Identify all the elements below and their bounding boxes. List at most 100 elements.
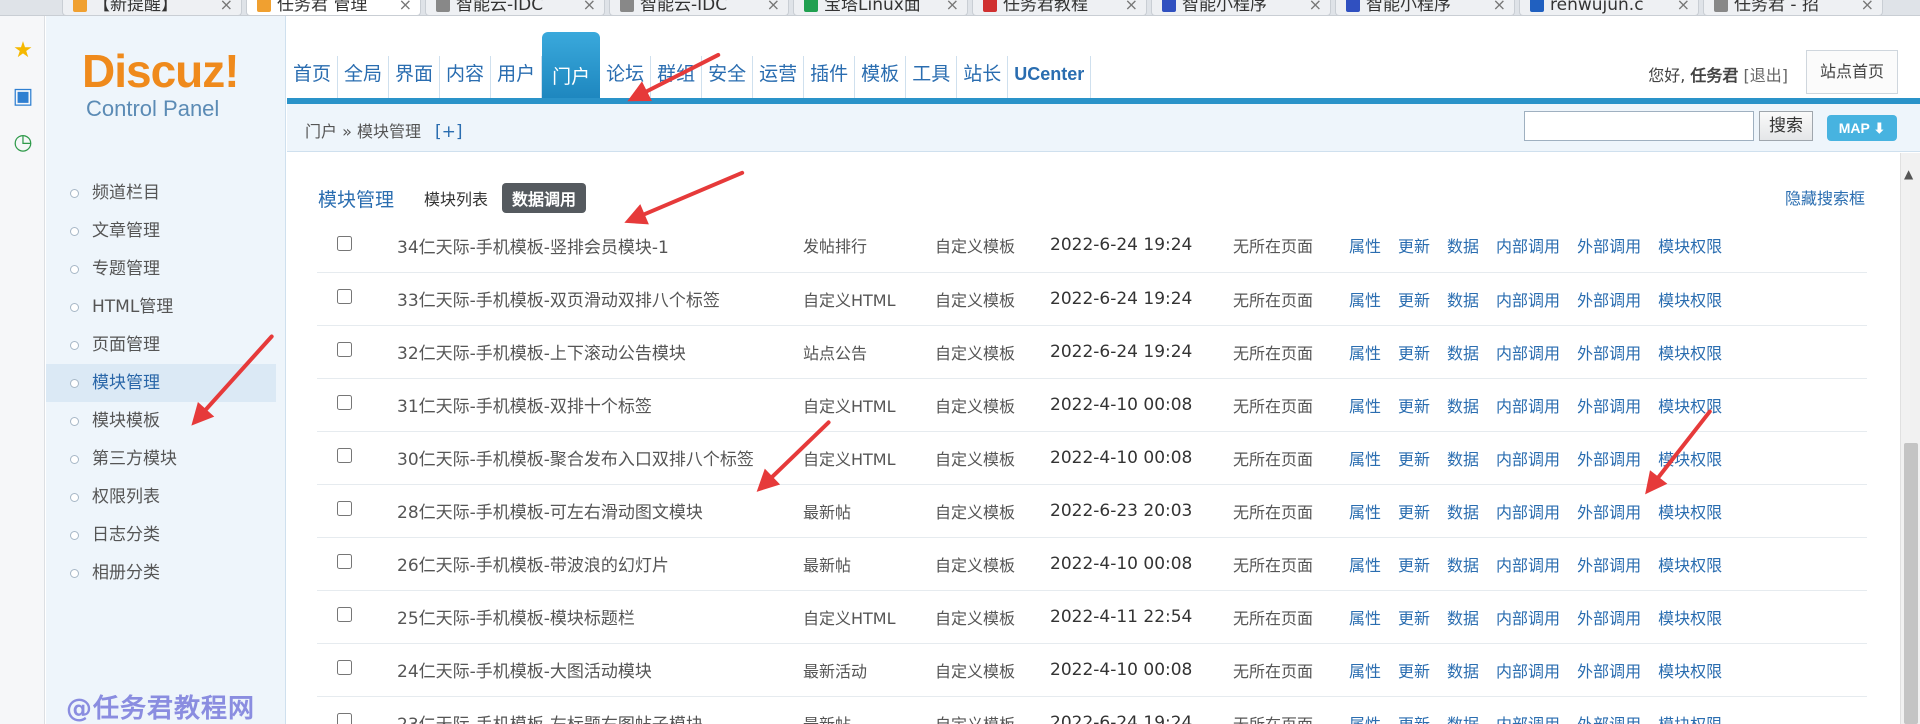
sidebar-item[interactable]: 页面管理	[46, 326, 276, 364]
action-properties-link[interactable]: 属性	[1349, 291, 1381, 310]
action-permissions-link[interactable]: 模块权限	[1658, 291, 1722, 310]
action-data-link[interactable]: 数据	[1447, 609, 1479, 628]
nav-item[interactable]: 工具	[906, 56, 958, 98]
sidebar-item[interactable]: 相册分类	[46, 554, 276, 592]
action-internal-call-link[interactable]: 内部调用	[1496, 503, 1560, 522]
action-permissions-link[interactable]: 模块权限	[1658, 397, 1722, 416]
action-internal-call-link[interactable]: 内部调用	[1496, 291, 1560, 310]
action-permissions-link[interactable]: 模块权限	[1658, 662, 1722, 681]
row-checkbox[interactable]	[337, 713, 352, 724]
action-external-call-link[interactable]: 外部调用	[1577, 397, 1641, 416]
action-internal-call-link[interactable]: 内部调用	[1496, 556, 1560, 575]
nav-item[interactable]: 运营	[753, 56, 805, 98]
logout-link[interactable]: [退出]	[1744, 66, 1789, 85]
tab-close-icon[interactable]: ×	[1493, 0, 1506, 14]
action-update-link[interactable]: 更新	[1398, 556, 1430, 575]
nav-item[interactable]: 界面	[389, 56, 441, 98]
sidebar-item[interactable]: 日志分类	[46, 516, 276, 554]
favorites-star-icon[interactable]: ★	[11, 38, 35, 63]
action-data-link[interactable]: 数据	[1447, 237, 1479, 256]
scroll-up-arrow-icon[interactable]: ▲	[1904, 167, 1913, 181]
browser-tab[interactable]: 智能小程序 ×	[1335, 0, 1515, 15]
action-data-link[interactable]: 数据	[1447, 344, 1479, 363]
action-permissions-link[interactable]: 模块权限	[1658, 609, 1722, 628]
action-data-link[interactable]: 数据	[1447, 450, 1479, 469]
sidebar-item[interactable]: HTML管理	[46, 288, 276, 326]
sidebar-item[interactable]: 频道栏目	[46, 174, 276, 212]
action-external-call-link[interactable]: 外部调用	[1577, 556, 1641, 575]
action-data-link[interactable]: 数据	[1447, 291, 1479, 310]
sidebar-item[interactable]: 模块模板	[46, 402, 276, 440]
action-update-link[interactable]: 更新	[1398, 344, 1430, 363]
action-properties-link[interactable]: 属性	[1349, 715, 1381, 724]
nav-item[interactable]: 插件	[804, 56, 856, 98]
add-shortcut-link[interactable]: [+]	[435, 122, 463, 142]
action-data-link[interactable]: 数据	[1447, 662, 1479, 681]
action-properties-link[interactable]: 属性	[1349, 503, 1381, 522]
row-checkbox[interactable]	[337, 235, 352, 251]
nav-item[interactable]: 内容	[440, 56, 492, 98]
action-properties-link[interactable]: 属性	[1349, 609, 1381, 628]
action-internal-call-link[interactable]: 内部调用	[1496, 397, 1560, 416]
action-external-call-link[interactable]: 外部调用	[1577, 450, 1641, 469]
tab-close-icon[interactable]: ×	[1677, 0, 1690, 14]
search-button[interactable]: 搜索	[1759, 111, 1813, 141]
vertical-scrollbar[interactable]: ▲	[1900, 153, 1920, 724]
action-data-link[interactable]: 数据	[1447, 397, 1479, 416]
browser-tab[interactable]: renwujun.c ×	[1519, 0, 1699, 15]
action-update-link[interactable]: 更新	[1398, 291, 1430, 310]
action-internal-call-link[interactable]: 内部调用	[1496, 344, 1560, 363]
sidebar-item[interactable]: 权限列表	[46, 478, 276, 516]
sidebar-item[interactable]: 文章管理	[46, 212, 276, 250]
action-update-link[interactable]: 更新	[1398, 662, 1430, 681]
action-properties-link[interactable]: 属性	[1349, 397, 1381, 416]
tab-close-icon[interactable]: ×	[1309, 0, 1322, 14]
row-checkbox[interactable]	[337, 660, 352, 675]
action-update-link[interactable]: 更新	[1398, 237, 1430, 256]
action-properties-link[interactable]: 属性	[1349, 556, 1381, 575]
action-properties-link[interactable]: 属性	[1349, 344, 1381, 363]
tablet-icon[interactable]: ▣	[11, 84, 35, 109]
action-external-call-link[interactable]: 外部调用	[1577, 291, 1641, 310]
row-checkbox[interactable]	[337, 448, 352, 463]
action-internal-call-link[interactable]: 内部调用	[1496, 715, 1560, 724]
row-checkbox[interactable]	[337, 289, 352, 304]
action-external-call-link[interactable]: 外部调用	[1577, 503, 1641, 522]
action-properties-link[interactable]: 属性	[1349, 662, 1381, 681]
tab-module-list[interactable]: 模块列表	[424, 186, 488, 210]
action-update-link[interactable]: 更新	[1398, 450, 1430, 469]
sidebar-item[interactable]: 第三方模块	[46, 440, 276, 478]
sidebar-item[interactable]: 专题管理	[46, 250, 276, 288]
tab-data-call[interactable]: 数据调用	[502, 183, 587, 213]
nav-item[interactable]: 模板	[855, 56, 907, 98]
row-checkbox[interactable]	[337, 607, 352, 622]
tab-close-icon[interactable]: ×	[767, 0, 780, 14]
nav-item[interactable]: 安全	[702, 56, 754, 98]
browser-tab[interactable]: 【新提醒】 ×	[62, 0, 242, 15]
row-checkbox[interactable]	[337, 395, 352, 410]
action-permissions-link[interactable]: 模块权限	[1658, 237, 1722, 256]
tab-close-icon[interactable]: ×	[946, 0, 959, 14]
browser-tab[interactable]: 任务君 - 招 ×	[1703, 0, 1883, 15]
nav-item[interactable]: 门户	[542, 32, 601, 98]
action-external-call-link[interactable]: 外部调用	[1577, 715, 1641, 724]
tab-close-icon[interactable]: ×	[583, 0, 596, 14]
action-internal-call-link[interactable]: 内部调用	[1496, 609, 1560, 628]
nav-item[interactable]: 全局	[338, 56, 390, 98]
browser-tab[interactable]: 任务君 管理 ×	[246, 0, 421, 15]
hide-search-link[interactable]: 隐藏搜索框	[1785, 185, 1865, 209]
action-update-link[interactable]: 更新	[1398, 397, 1430, 416]
tab-close-icon[interactable]: ×	[1125, 0, 1138, 14]
scrollbar-thumb[interactable]	[1904, 443, 1918, 724]
action-external-call-link[interactable]: 外部调用	[1577, 609, 1641, 628]
action-properties-link[interactable]: 属性	[1349, 237, 1381, 256]
nav-item[interactable]: 站长	[957, 56, 1009, 98]
browser-tab[interactable]: 智能云-IDC ×	[609, 0, 789, 15]
nav-item[interactable]: 首页	[287, 56, 339, 98]
action-external-call-link[interactable]: 外部调用	[1577, 237, 1641, 256]
browser-tab[interactable]: 智能小程序 ×	[1151, 0, 1331, 15]
row-checkbox[interactable]	[337, 342, 352, 357]
history-clock-icon[interactable]: ◷	[11, 130, 35, 155]
action-update-link[interactable]: 更新	[1398, 609, 1430, 628]
action-data-link[interactable]: 数据	[1447, 503, 1479, 522]
